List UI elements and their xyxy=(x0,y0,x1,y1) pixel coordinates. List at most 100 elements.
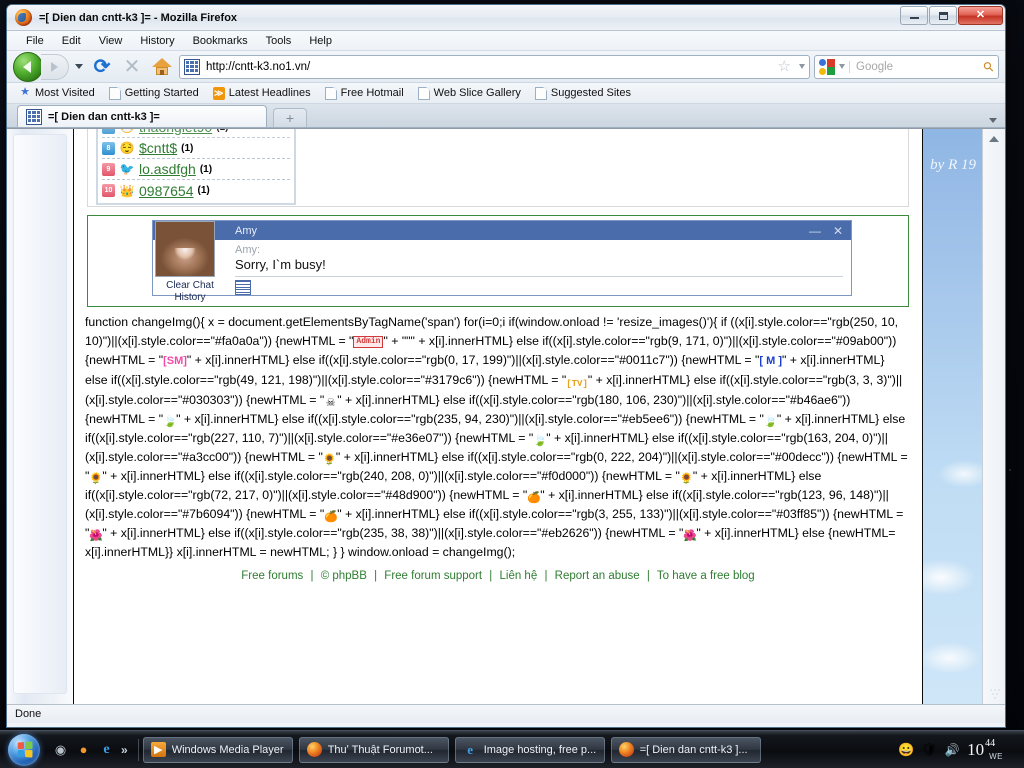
bookmark-label: Getting Started xyxy=(124,87,199,99)
chat-window-controls: — ✕ xyxy=(809,224,843,238)
rank-badge: 8 xyxy=(102,141,115,155)
taskbar-item-thu-thuat-forumotion[interactable]: Thuʹ Thuật Forumot... xyxy=(298,736,449,763)
online-users-list: 9 😷 thaongiet90 (1) 8 😌 $cntt$ (1) 9 🐦 xyxy=(96,129,296,205)
winamp-icon[interactable]: ◉ xyxy=(52,741,69,758)
footer-link-free-forum-support[interactable]: Free forum support xyxy=(384,570,482,582)
chat-keyboard-icon[interactable] xyxy=(235,280,251,295)
footer-link-lien-he[interactable]: Liên hệ xyxy=(500,570,538,582)
tab-dien-dan-cntt-k3[interactable]: =[ Dien dan cntt-k3 ]= xyxy=(17,105,267,127)
bookmark-label: Latest Headlines xyxy=(228,87,311,99)
status-bar: Done xyxy=(7,704,1005,723)
rss-icon: ≫ xyxy=(212,86,225,100)
list-item[interactable]: 9 🐦 lo.asdfgh (1) xyxy=(102,159,290,180)
minimize-button[interactable] xyxy=(900,6,928,25)
chat-titlebar: Amy — ✕ xyxy=(153,221,851,240)
maximize-button[interactable] xyxy=(929,6,957,25)
username-link[interactable]: lo.asdfgh xyxy=(139,161,196,177)
menu-view[interactable]: View xyxy=(90,33,132,49)
bookmark-web-slice-gallery[interactable]: Web Slice Gallery xyxy=(412,86,527,101)
bookmark-free-hotmail[interactable]: Free Hotmail xyxy=(319,86,410,101)
ie-icon[interactable]: e xyxy=(98,741,115,758)
bookmark-suggested-sites[interactable]: Suggested Sites xyxy=(529,86,637,101)
footer-link-free-blog[interactable]: To have a free blog xyxy=(657,570,755,582)
code-badge-m: [ M ] xyxy=(759,355,782,367)
chat-minimize-icon[interactable]: — xyxy=(809,224,821,238)
search-engine-dropdown-icon[interactable] xyxy=(839,64,845,69)
menu-tools[interactable]: Tools xyxy=(257,33,301,49)
code-glyph-gl-leaf1: 🍃 xyxy=(163,416,177,428)
chat-messages: Amy: Sorry, I`m busy! xyxy=(227,240,851,296)
url-dropdown-icon[interactable] xyxy=(799,64,805,69)
chevron-right-icon[interactable]: » xyxy=(121,743,128,757)
footer-link-report-abuse[interactable]: Report an abuse xyxy=(555,570,640,582)
chat-widget-container: Amy — ✕ Clear Chat History Amy: Sorry, I… xyxy=(87,215,909,307)
internet-explorer-icon: e xyxy=(467,741,474,757)
clock-hour: 10 xyxy=(967,740,985,759)
navigation-toolbar: ⟳ ✕ http://cntt-k3.no1.vn/ ☆ Google ⚲ xyxy=(7,51,1005,83)
tab-list-dropdown-icon[interactable] xyxy=(989,118,997,123)
bookmark-most-visited[interactable]: ★ Most Visited xyxy=(13,86,101,101)
clear-chat-history-link[interactable]: Clear Chat History xyxy=(153,280,227,304)
new-tab-button[interactable]: + xyxy=(273,108,307,127)
post-count: (1) xyxy=(181,142,194,154)
reload-icon[interactable]: ⟳ xyxy=(89,54,115,80)
list-item[interactable]: 10 👑 0987654 (1) xyxy=(102,180,290,201)
username-link[interactable]: 0987654 xyxy=(139,183,194,199)
search-input[interactable]: Google xyxy=(849,60,980,73)
stop-icon[interactable]: ✕ xyxy=(119,54,145,80)
code-glyph-gl-sun3: 🌻 xyxy=(679,473,694,485)
code-badge-sm: [SM] xyxy=(163,355,187,367)
bookmark-star-icon[interactable]: ☆ xyxy=(778,59,791,74)
forward-button[interactable] xyxy=(41,53,69,80)
taskbar-item-label: Image hosting, free p... xyxy=(483,743,597,756)
back-button[interactable] xyxy=(13,51,43,82)
search-bar[interactable]: Google ⚲ xyxy=(814,54,999,79)
search-icon[interactable]: ⚲ xyxy=(980,57,998,75)
media-icon[interactable]: ● xyxy=(75,741,92,758)
taskbar-item-dien-dan-cntt-k3[interactable]: =[ Dien dan cntt-k3 ]... xyxy=(610,736,761,763)
list-item[interactable]: 8 😌 $cntt$ (1) xyxy=(102,138,290,159)
bookmark-label: Suggested Sites xyxy=(550,87,631,99)
taskbar-item-windows-media-player[interactable]: ▶ Windows Media Player xyxy=(142,736,293,763)
star-folder-icon: ★ xyxy=(20,85,30,98)
menu-bar: File Edit View History Bookmarks Tools H… xyxy=(7,31,1005,51)
footer-link-phpbb[interactable]: © phpBB xyxy=(321,570,367,582)
media-player-icon: ▶ xyxy=(150,742,166,757)
footer-separator: | xyxy=(310,570,314,582)
menu-help[interactable]: Help xyxy=(300,33,341,49)
tab-bar: =[ Dien dan cntt-k3 ]= + xyxy=(7,104,1005,128)
code-glyph-gl-skull: ☠ xyxy=(325,397,336,409)
volume-icon[interactable]: 🔊 xyxy=(944,742,960,758)
scroll-up-button[interactable] xyxy=(984,129,1005,149)
taskbar-item-label: Windows Media Player xyxy=(171,743,284,756)
username-link[interactable]: $cntt$ xyxy=(139,140,177,156)
user-emoji-icon: 😌 xyxy=(119,141,135,155)
list-item[interactable]: 9 😷 thaongiet90 (1) xyxy=(102,129,290,138)
close-button[interactable]: ✕ xyxy=(958,6,1003,25)
bookmark-getting-started[interactable]: Getting Started xyxy=(103,86,205,101)
clock-subtext: WE xyxy=(989,752,1003,761)
chat-body: Clear Chat History Amy: Sorry, I`m busy! xyxy=(153,221,851,303)
footer-link-free-forums[interactable]: Free forums xyxy=(241,570,303,582)
menu-bookmarks[interactable]: Bookmarks xyxy=(184,33,257,49)
code-glyph-gl-tv: [TV] xyxy=(566,379,588,389)
chat-close-icon[interactable]: ✕ xyxy=(833,224,843,238)
security-icon[interactable]: 🛡 xyxy=(921,742,938,758)
page-scrollbar[interactable] xyxy=(982,129,1005,704)
code-glyph-gl-sun2: 🌻 xyxy=(89,473,104,485)
start-button[interactable] xyxy=(2,733,46,767)
smiley-icon[interactable]: 😀 xyxy=(898,742,914,758)
menu-history[interactable]: History xyxy=(131,33,183,49)
page-icon xyxy=(417,86,430,100)
url-input[interactable]: http://cntt-k3.no1.vn/ xyxy=(206,61,772,73)
username-link[interactable]: thaongiet90 xyxy=(139,129,212,135)
menu-file[interactable]: File xyxy=(17,33,53,49)
menu-edit[interactable]: Edit xyxy=(53,33,90,49)
home-icon[interactable] xyxy=(149,54,175,80)
taskbar-item-image-hosting[interactable]: e Image hosting, free p... xyxy=(454,736,605,763)
resize-grip[interactable] xyxy=(989,688,1003,702)
bookmark-latest-headlines[interactable]: ≫ Latest Headlines xyxy=(207,86,317,101)
url-bar[interactable]: http://cntt-k3.no1.vn/ ☆ xyxy=(179,54,810,79)
history-dropdown-icon[interactable] xyxy=(73,54,85,80)
window-titlebar: =[ Dien dan cntt-k3 ]= - Mozilla Firefox… xyxy=(7,5,1005,31)
